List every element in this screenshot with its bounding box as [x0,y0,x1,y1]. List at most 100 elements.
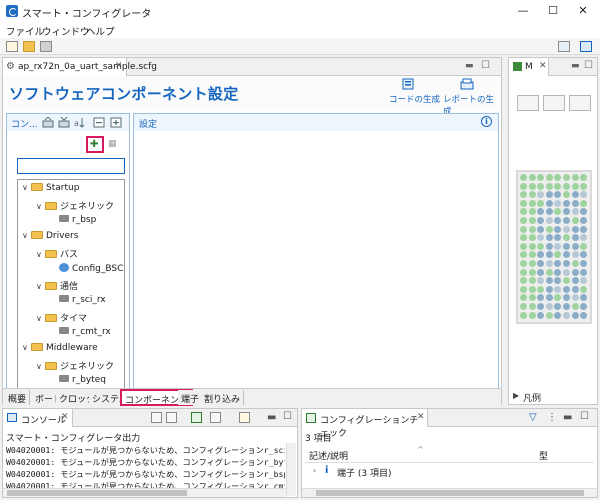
pin[interactable] [563,251,570,259]
pin[interactable] [580,260,588,267]
add-component-icon[interactable]: ✚ [90,139,98,150]
console-horizontal-scrollbar[interactable] [3,488,286,497]
pin[interactable] [571,260,579,267]
pin[interactable] [554,208,562,216]
smart-config-perspective-icon[interactable] [580,41,592,52]
pin[interactable] [554,268,562,276]
pin[interactable] [528,285,536,293]
pin[interactable] [563,225,570,233]
pin[interactable] [554,311,562,319]
pin[interactable] [545,251,553,259]
pin[interactable] [537,199,545,207]
tree-item[interactable]: Config_BSC [50,263,123,277]
chevron-down-icon[interactable]: ∨ [22,183,31,192]
pin[interactable] [563,285,570,293]
expand-tree-icon[interactable] [110,117,122,128]
pin[interactable] [580,277,588,285]
minimize-icon[interactable]: — [508,2,538,20]
pin[interactable] [545,217,553,224]
pin[interactable] [571,234,579,242]
pin[interactable] [571,294,579,302]
pin[interactable] [580,285,588,293]
pin[interactable] [563,268,570,276]
collapse-tree-icon[interactable] [93,117,105,128]
tab-overview[interactable]: 概要 [5,390,31,405]
menu-window[interactable]: ウィンドウ [42,24,90,38]
pin[interactable] [520,225,527,233]
pin[interactable] [528,217,536,224]
pin[interactable] [571,208,579,216]
close-icon[interactable]: ✕ [417,412,425,422]
close-icon[interactable]: ✕ [61,412,69,422]
tree-item[interactable]: ∨ Middleware [22,343,98,357]
pin[interactable] [528,277,536,285]
pin[interactable] [520,303,527,310]
maximize-icon[interactable]: ☐ [584,60,593,71]
editor-tab[interactable]: ⚙ ap_rx72n_0a_uart_sample.scfg ✕ [3,58,157,76]
maximize-icon[interactable]: ☐ [481,60,490,71]
report-generate-icon[interactable] [460,78,474,90]
tree-item[interactable]: ∨ Drivers [22,231,78,245]
tab-interrupts[interactable]: 割り込み [201,390,245,405]
pin[interactable] [528,268,536,276]
tree-item[interactable]: r_sci_rx [50,295,106,309]
pin[interactable] [537,294,545,302]
save-map-icon[interactable] [517,95,539,111]
pin[interactable] [571,303,579,310]
pin[interactable] [580,225,588,233]
pin[interactable] [520,174,527,181]
pin[interactable] [545,234,553,242]
pin[interactable] [554,260,562,267]
map-tab[interactable]: M ✕ [509,58,549,76]
pin[interactable] [563,303,570,310]
save-icon[interactable] [40,41,52,52]
collapse-all-icon[interactable] [42,117,54,128]
pin[interactable] [580,191,588,199]
tree-item[interactable]: ∨ ジェネリック [36,359,114,373]
pin[interactable] [571,199,579,207]
filter-icon[interactable]: ▽ [529,412,537,423]
tree-item[interactable]: ∨ バス [36,247,78,261]
pin[interactable] [545,242,553,250]
pin[interactable] [528,208,536,216]
pin[interactable] [528,242,536,250]
pin[interactable] [554,182,562,190]
column-description[interactable]: 記述/説明 [309,449,348,462]
legend-toggle[interactable]: 凡例 [523,391,541,404]
pin[interactable] [537,234,545,242]
pin[interactable] [554,199,562,207]
pin[interactable] [580,234,588,242]
console-vertical-scrollbar[interactable] [286,443,296,496]
pin[interactable] [563,277,570,285]
pin[interactable] [563,260,570,267]
pin[interactable] [537,303,545,310]
pin[interactable] [571,251,579,259]
pin[interactable] [520,311,527,319]
open-folder-icon[interactable] [23,41,35,52]
pin-console-icon[interactable] [191,412,202,423]
pin[interactable] [545,208,553,216]
pin[interactable] [520,191,527,199]
pin[interactable] [563,217,570,224]
pin[interactable] [520,242,527,250]
pin[interactable] [580,311,588,319]
code-generate-icon[interactable] [402,78,416,90]
chevron-down-icon[interactable]: ∨ [36,202,45,211]
pin[interactable] [537,225,545,233]
pin[interactable] [528,303,536,310]
pin[interactable] [563,294,570,302]
pin[interactable] [545,199,553,207]
pin[interactable] [580,174,588,181]
tree-item[interactable]: ∨ 通信 [36,279,78,293]
pin[interactable] [520,285,527,293]
pin[interactable] [545,191,553,199]
pin[interactable] [537,251,545,259]
chevron-right-icon[interactable]: ▶ [513,391,519,400]
pin[interactable] [528,191,536,199]
code-generate-button[interactable]: コードの生成 [389,93,440,105]
pin[interactable] [571,311,579,319]
column-type[interactable]: 型 [539,449,548,462]
pin[interactable] [520,294,527,302]
chevron-down-icon[interactable]: ∨ [36,362,45,371]
pin[interactable] [554,277,562,285]
